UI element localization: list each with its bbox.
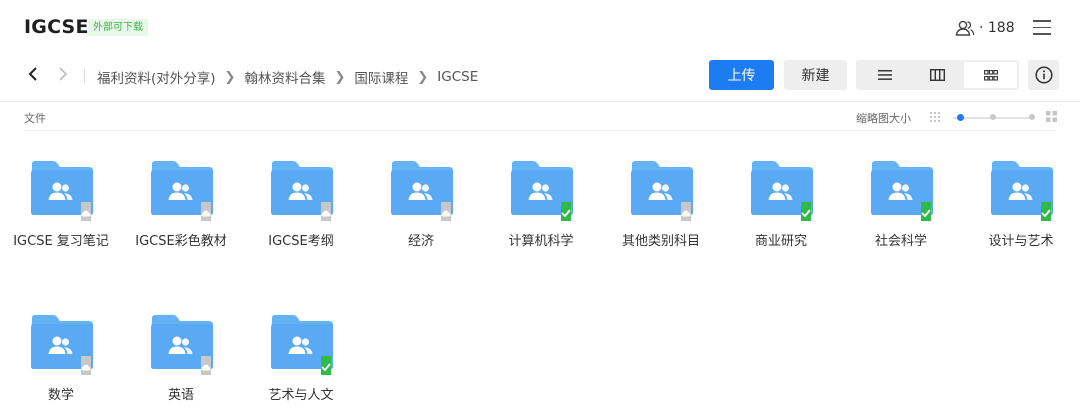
cloud-icon bbox=[81, 202, 91, 221]
chevron-right-icon: ❯ bbox=[417, 69, 429, 85]
breadcrumb-item[interactable]: 国际课程 bbox=[354, 67, 408, 87]
thumbnail-size-slider[interactable] bbox=[953, 113, 1035, 121]
chevron-right-icon: ❯ bbox=[224, 69, 236, 85]
cloud-icon bbox=[441, 202, 451, 221]
list-view-icon bbox=[877, 70, 892, 80]
grid-view-icon bbox=[983, 69, 998, 81]
folder-name: 商业研究 bbox=[754, 234, 807, 249]
grid-view-button[interactable] bbox=[964, 62, 1017, 88]
back-icon[interactable] bbox=[27, 66, 39, 86]
column-view-icon bbox=[930, 69, 945, 81]
view-toggle bbox=[856, 60, 1019, 90]
small-thumbnail-icon[interactable] bbox=[930, 112, 940, 122]
members-button[interactable]: · 188 bbox=[955, 17, 1015, 39]
new-button[interactable]: 新建 bbox=[784, 60, 847, 90]
column-view-button[interactable] bbox=[911, 62, 964, 88]
list-view-button[interactable] bbox=[858, 62, 911, 88]
upload-button[interactable]: 上传 bbox=[709, 60, 774, 90]
member-count: · 188 bbox=[979, 20, 1015, 36]
folder-name: IGCSE彩色教材 bbox=[135, 234, 227, 249]
folder-name: 其他类别科目 bbox=[621, 234, 700, 249]
members-icon bbox=[955, 20, 975, 36]
info-icon bbox=[1034, 66, 1053, 84]
folder-name: 英语 bbox=[167, 388, 194, 403]
nav-divider bbox=[84, 68, 85, 83]
page-title: IGCSE bbox=[24, 16, 89, 38]
folder-name: 计算机科学 bbox=[508, 234, 574, 249]
synced-check-icon bbox=[801, 202, 811, 221]
synced-check-icon bbox=[321, 356, 331, 375]
folder-name: IGCSE 复习笔记 bbox=[13, 234, 109, 249]
cloud-icon bbox=[81, 356, 91, 375]
folder-name: 艺术与人文 bbox=[268, 388, 334, 403]
folder-name: 社会科学 bbox=[874, 234, 927, 249]
thumbnail-size-label: 缩略图大小 bbox=[856, 112, 911, 125]
synced-check-icon bbox=[561, 202, 571, 221]
info-button[interactable] bbox=[1028, 60, 1059, 90]
external-download-badge: 外部可下载 bbox=[88, 19, 148, 36]
cloud-icon bbox=[681, 202, 691, 221]
cloud-icon bbox=[201, 356, 211, 375]
synced-check-icon bbox=[921, 202, 931, 221]
section-header: 文件 缩略图大小 bbox=[0, 102, 1080, 131]
breadcrumb: 福利资料(对外分享) ❯ 翰林资料合集 ❯ 国际课程 ❯ IGCSE bbox=[97, 67, 478, 87]
folder-name: 数学 bbox=[47, 388, 74, 403]
chevron-right-icon: ❯ bbox=[334, 69, 346, 85]
forward-icon[interactable] bbox=[57, 66, 69, 86]
breadcrumb-item[interactable]: 福利资料(对外分享) bbox=[97, 67, 216, 87]
breadcrumb-item[interactable]: 翰林资料合集 bbox=[244, 67, 325, 87]
navigation-bar: 福利资料(对外分享) ❯ 翰林资料合集 ❯ 国际课程 ❯ IGCSE 上传 新建 bbox=[0, 58, 1080, 94]
menu-icon[interactable] bbox=[1033, 20, 1051, 36]
folder-name: 经济 bbox=[407, 234, 434, 249]
header: IGCSE 外部可下载 · 188 bbox=[0, 0, 1080, 56]
large-thumbnail-icon[interactable] bbox=[1046, 111, 1057, 122]
breadcrumb-current: IGCSE bbox=[437, 69, 479, 85]
synced-check-icon bbox=[1041, 202, 1051, 221]
folder-name: IGCSE考纲 bbox=[268, 234, 334, 249]
slider-handle[interactable] bbox=[956, 113, 964, 121]
section-label: 文件 bbox=[24, 112, 46, 125]
cloud-icon bbox=[201, 202, 211, 221]
folder-name: 设计与艺术 bbox=[988, 234, 1054, 249]
section-divider bbox=[24, 130, 1056, 131]
slider-tick bbox=[990, 114, 996, 120]
slider-tick bbox=[1029, 114, 1035, 120]
cloud-icon bbox=[321, 202, 331, 221]
